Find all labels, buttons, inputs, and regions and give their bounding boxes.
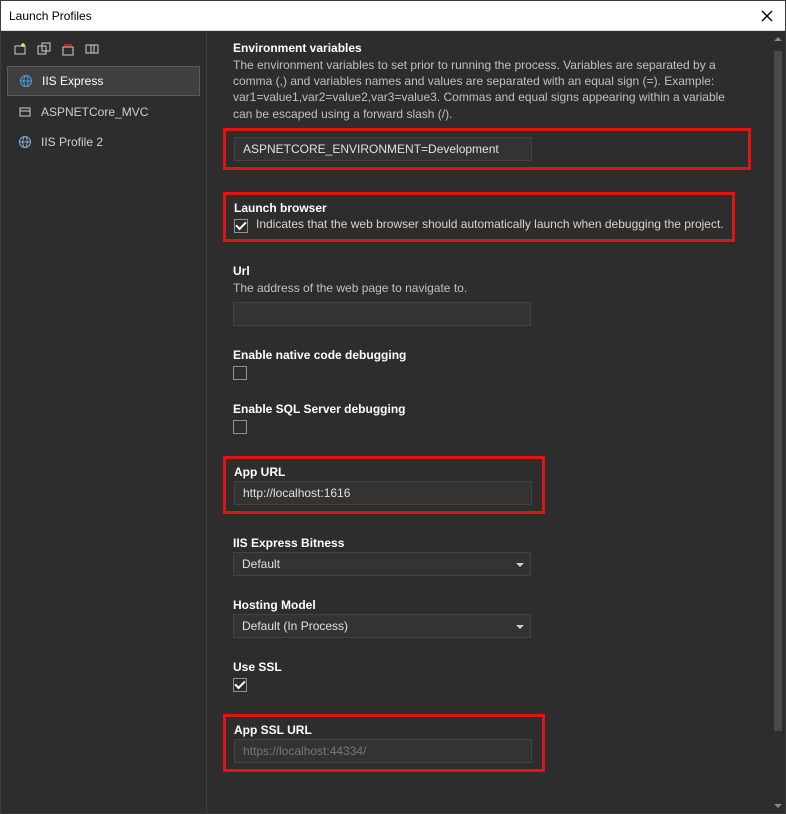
profile-label: IIS Express <box>42 74 103 88</box>
section-iis-bitness: IIS Express Bitness Default <box>233 536 741 576</box>
section-hosting-model: Hosting Model Default (In Process) <box>233 598 741 638</box>
scrollbar-thumb[interactable] <box>774 51 782 731</box>
scroll-up-arrow[interactable] <box>771 31 785 45</box>
project-icon <box>17 104 33 120</box>
rename-profile-button[interactable] <box>81 39 103 59</box>
env-vars-heading: Environment variables <box>233 41 741 55</box>
app-ssl-url-heading: App SSL URL <box>234 723 534 737</box>
caret-up-icon <box>774 36 782 41</box>
close-button[interactable] <box>757 6 777 26</box>
launch-browser-checkbox-row: Indicates that the web browser should au… <box>234 217 724 233</box>
sql-debug-checkbox-row <box>233 418 741 434</box>
profile-label: ASPNETCore_MVC <box>41 105 148 119</box>
duplicate-icon <box>37 42 51 56</box>
sql-debug-checkbox[interactable] <box>233 420 247 434</box>
close-icon <box>761 10 773 22</box>
use-ssl-checkbox[interactable] <box>233 678 247 692</box>
duplicate-profile-button[interactable] <box>33 39 55 59</box>
section-app-url: App URL <box>233 456 741 514</box>
new-profile-icon <box>13 42 27 56</box>
app-url-highlight: App URL <box>223 456 545 514</box>
use-ssl-heading: Use SSL <box>233 660 741 674</box>
section-env-vars: Environment variables The environment va… <box>233 41 741 170</box>
native-debug-heading: Enable native code debugging <box>233 348 741 362</box>
sql-debug-heading: Enable SQL Server debugging <box>233 402 741 416</box>
hosting-model-value: Default (In Process) <box>242 619 348 633</box>
launch-browser-label: Indicates that the web browser should au… <box>256 217 724 231</box>
delete-profile-button[interactable] <box>57 39 79 59</box>
launch-browser-checkbox[interactable] <box>234 219 248 233</box>
caret-down-icon <box>774 804 782 809</box>
section-launch-browser: Launch browser Indicates that the web br… <box>233 192 741 242</box>
titlebar: Launch Profiles <box>1 1 785 31</box>
scroll-down-arrow[interactable] <box>771 799 785 813</box>
iis-bitness-value: Default <box>242 557 280 571</box>
app-ssl-url-highlight: App SSL URL <box>223 714 545 772</box>
iis-bitness-heading: IIS Express Bitness <box>233 536 741 550</box>
dialog-body: IIS Express ASPNETCore_MVC IIS Profile 2… <box>1 31 785 813</box>
url-description: The address of the web page to navigate … <box>233 280 741 296</box>
section-sql-debug: Enable SQL Server debugging <box>233 402 741 434</box>
sidebar-toolbar <box>1 35 206 65</box>
launch-profiles-dialog: Launch Profiles <box>0 0 786 814</box>
use-ssl-checkbox-row <box>233 676 741 692</box>
url-input[interactable] <box>233 302 531 326</box>
launch-browser-highlight: Launch browser Indicates that the web br… <box>223 192 735 242</box>
section-url: Url The address of the web page to navig… <box>233 264 741 326</box>
app-url-input[interactable] <box>234 481 532 505</box>
profile-item-aspnetcore-mvc[interactable]: ASPNETCore_MVC <box>7 98 200 126</box>
settings-panel: Environment variables The environment va… <box>207 31 771 813</box>
profile-item-iis-express[interactable]: IIS Express <box>7 66 200 96</box>
env-vars-highlight <box>223 128 751 170</box>
profile-item-iis-profile-2[interactable]: IIS Profile 2 <box>7 128 200 156</box>
server-icon <box>17 134 33 150</box>
vertical-scrollbar[interactable] <box>771 31 785 813</box>
section-app-ssl-url: App SSL URL <box>233 714 741 772</box>
launch-browser-heading: Launch browser <box>234 201 724 215</box>
url-heading: Url <box>233 264 741 278</box>
sidebar: IIS Express ASPNETCore_MVC IIS Profile 2 <box>1 31 207 813</box>
section-native-debug: Enable native code debugging <box>233 348 741 380</box>
env-vars-input[interactable] <box>234 137 532 161</box>
new-profile-button[interactable] <box>9 39 31 59</box>
hosting-model-heading: Hosting Model <box>233 598 741 612</box>
section-use-ssl: Use SSL <box>233 660 741 692</box>
iis-bitness-dropdown[interactable]: Default <box>233 552 531 576</box>
env-vars-description: The environment variables to set prior t… <box>233 57 741 122</box>
delete-icon <box>61 42 75 56</box>
app-ssl-url-input[interactable] <box>234 739 532 763</box>
server-icon <box>18 73 34 89</box>
app-url-heading: App URL <box>234 465 534 479</box>
native-debug-checkbox[interactable] <box>233 366 247 380</box>
content-wrapper: Environment variables The environment va… <box>207 31 785 813</box>
hosting-model-dropdown[interactable]: Default (In Process) <box>233 614 531 638</box>
profile-label: IIS Profile 2 <box>41 135 103 149</box>
chevron-down-icon <box>516 619 524 633</box>
rename-icon <box>85 42 99 56</box>
native-debug-checkbox-row <box>233 364 741 380</box>
dialog-title: Launch Profiles <box>9 9 757 23</box>
chevron-down-icon <box>516 557 524 571</box>
